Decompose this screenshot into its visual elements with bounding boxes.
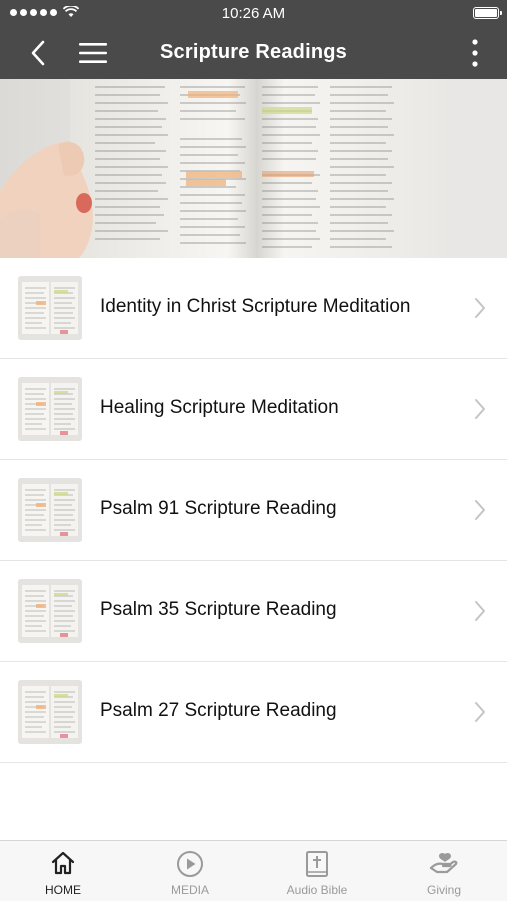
home-icon: [51, 851, 75, 875]
list-item[interactable]: Healing Scripture Meditation: [0, 359, 507, 460]
list-item-label: Psalm 91 Scripture Reading: [100, 498, 337, 519]
list-item[interactable]: Psalm 35 Scripture Reading: [0, 561, 507, 662]
more-options-icon[interactable]: [469, 38, 481, 68]
list-item-label: Psalm 27 Scripture Reading: [100, 700, 337, 721]
chevron-right-icon: [475, 702, 485, 722]
chevron-right-icon: [475, 399, 485, 419]
list-item[interactable]: Identity in Christ Scripture Meditation: [0, 258, 507, 359]
tab-home[interactable]: HOME: [0, 841, 126, 901]
bible-thumbnail: [18, 377, 82, 441]
chevron-right-icon: [475, 298, 485, 318]
tab-giving-label: Giving: [426, 883, 461, 897]
status-time: 10:26 AM: [221, 5, 286, 22]
bottom-tab-bar: HOME MEDIA Audio Bible Giving: [0, 840, 507, 901]
list-item-label: Psalm 35 Scripture Reading: [100, 599, 337, 620]
tab-audio-bible-label: Audio Bible: [286, 883, 348, 897]
tab-giving[interactable]: Giving: [381, 841, 507, 901]
list-item[interactable]: Psalm 91 Scripture Reading: [0, 460, 507, 561]
bible-thumbnail: [18, 276, 82, 340]
navigation-bar: Scripture Readings: [0, 26, 507, 79]
hero-bible-image: [0, 79, 507, 258]
bible-thumbnail: [18, 680, 82, 744]
bible-thumbnail: [18, 478, 82, 542]
tab-media[interactable]: MEDIA: [127, 841, 253, 901]
list-item-label: Identity in Christ Scripture Meditation: [100, 296, 411, 317]
scripture-list: Identity in Christ Scripture Meditation: [0, 258, 507, 763]
list-item-label: Healing Scripture Meditation: [100, 397, 339, 418]
tab-home-label: HOME: [45, 883, 81, 897]
battery-icon: [473, 7, 502, 19]
bible-icon: [306, 851, 328, 877]
bible-thumbnail: [18, 579, 82, 643]
list-item[interactable]: Psalm 27 Scripture Reading: [0, 662, 507, 763]
tab-media-label: MEDIA: [170, 883, 209, 897]
play-circle-icon: [177, 851, 203, 877]
chevron-right-icon: [475, 601, 485, 621]
tab-audio-bible[interactable]: Audio Bible: [254, 841, 380, 901]
chevron-right-icon: [475, 500, 485, 520]
page-title: Scripture Readings: [160, 41, 347, 63]
giving-hand-icon: [429, 852, 458, 874]
status-bar: 10:26 AM: [0, 0, 507, 26]
